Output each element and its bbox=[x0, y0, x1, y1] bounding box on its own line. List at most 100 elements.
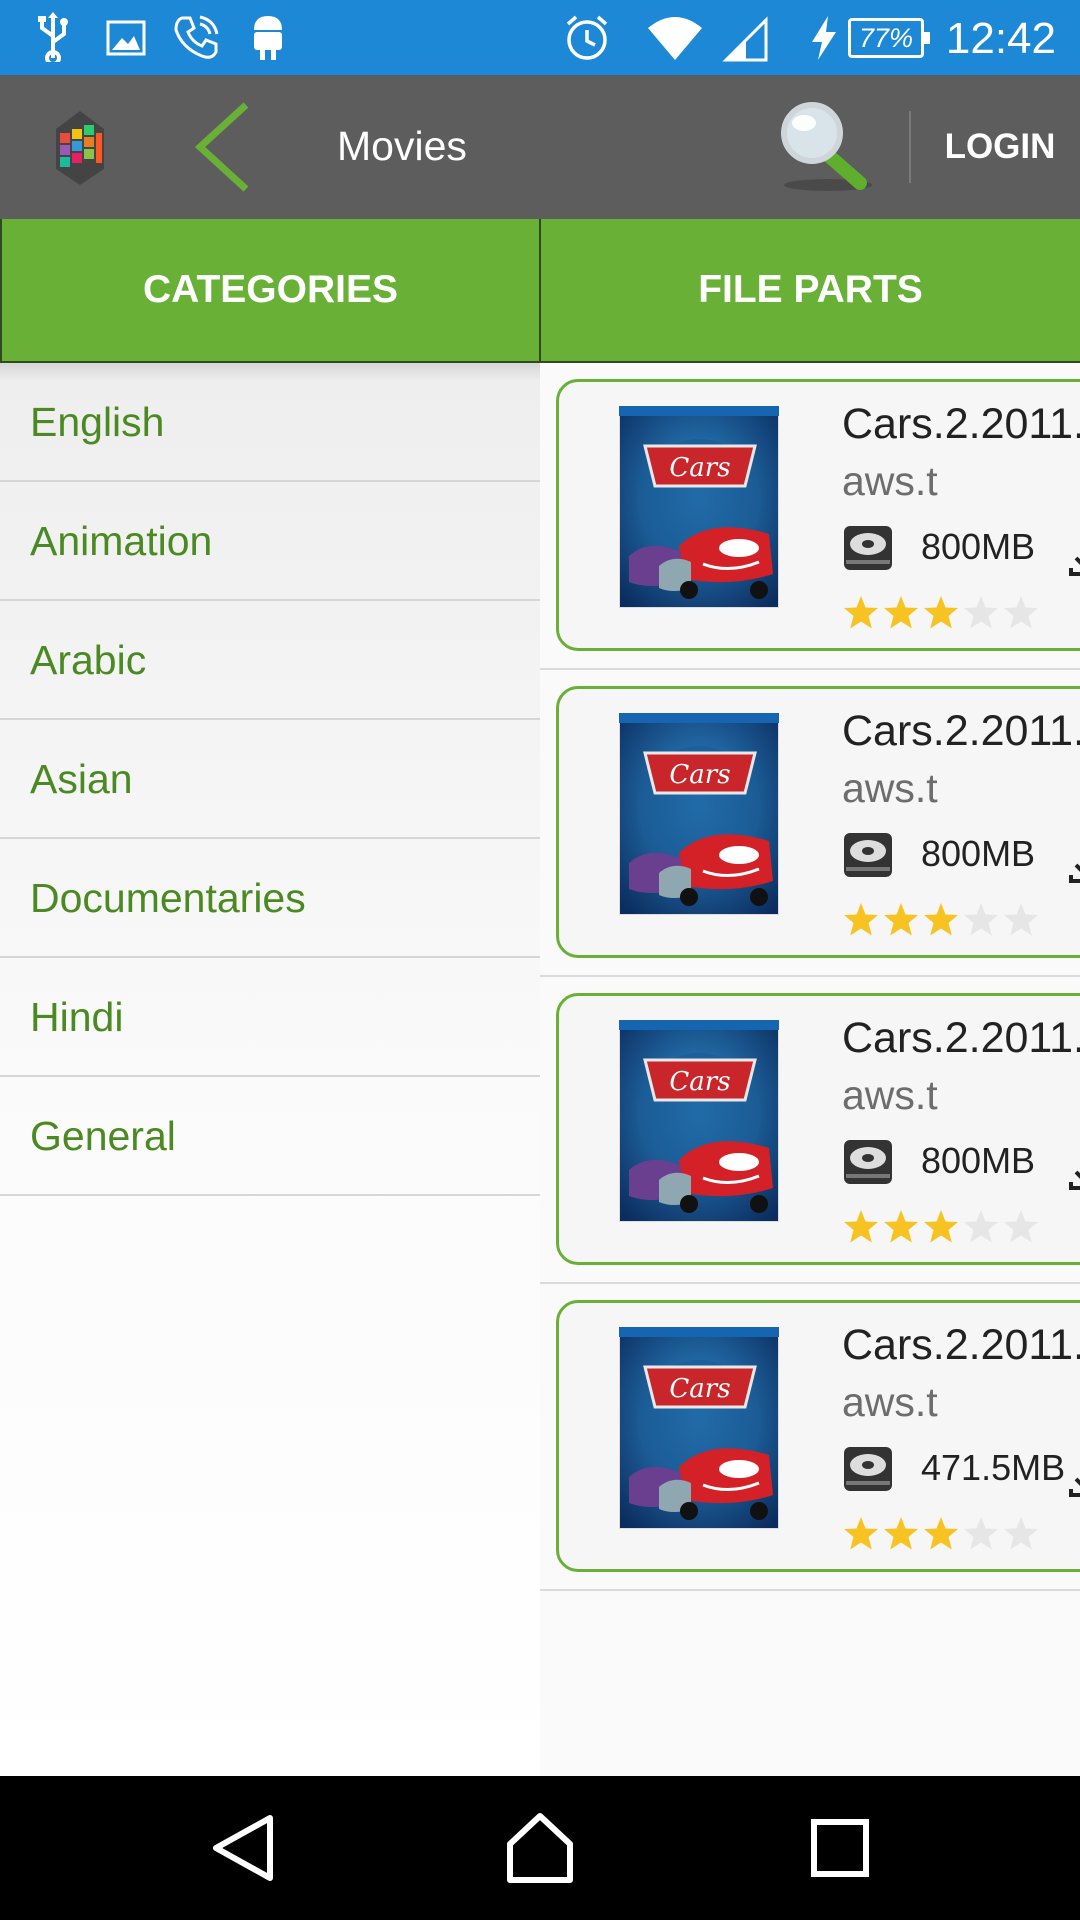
star-filled-icon bbox=[924, 903, 958, 936]
star-filled-icon bbox=[884, 596, 918, 629]
file-host: aws.t bbox=[842, 458, 938, 504]
file-list: Cars Cars.2.2011. aws.t 800MB Cars Cars.… bbox=[540, 363, 1080, 1776]
star-filled-icon bbox=[924, 1517, 958, 1550]
category-item-hindi[interactable]: Hindi bbox=[0, 958, 540, 1077]
image-icon bbox=[106, 20, 146, 56]
battery-indicator: 77% bbox=[848, 18, 930, 58]
file-title: Cars.2.2011. bbox=[842, 400, 1080, 448]
file-host: aws.t bbox=[842, 765, 938, 811]
movie-poster-thumbnail: Cars bbox=[619, 406, 779, 608]
movie-poster-thumbnail: Cars bbox=[619, 1020, 779, 1222]
star-filled-icon bbox=[884, 1517, 918, 1550]
tab-bar: CATEGORIES FILE PARTS bbox=[0, 219, 1080, 363]
status-bar: 77% 12:42 bbox=[0, 0, 1080, 75]
star-rating bbox=[842, 1515, 1040, 1553]
phone-icon bbox=[174, 15, 219, 59]
toolbar-divider bbox=[909, 111, 911, 183]
star-rating bbox=[842, 1208, 1040, 1246]
hard-drive-icon bbox=[844, 526, 892, 570]
star-empty-icon bbox=[964, 1210, 998, 1243]
file-size: 800MB bbox=[921, 833, 1036, 874]
app-logo-icon[interactable] bbox=[52, 107, 108, 187]
category-item-english[interactable]: English bbox=[0, 363, 540, 482]
category-item-asian[interactable]: Asian bbox=[0, 720, 540, 839]
star-rating bbox=[842, 901, 1040, 939]
file-host: aws.t bbox=[842, 1072, 938, 1118]
file-card[interactable]: Cars Cars.2.2011. aws.t 471.5MB bbox=[556, 1300, 1080, 1572]
navigation-bar bbox=[0, 1776, 1080, 1920]
hard-drive-icon bbox=[844, 1447, 892, 1491]
file-row: Cars Cars.2.2011. aws.t 800MB bbox=[540, 363, 1080, 670]
back-chevron-icon[interactable] bbox=[188, 101, 258, 193]
star-empty-icon bbox=[1004, 903, 1038, 936]
file-row: Cars Cars.2.2011. aws.t 800MB bbox=[540, 670, 1080, 977]
category-item-arabic[interactable]: Arabic bbox=[0, 601, 540, 720]
category-item-documentaries[interactable]: Documentaries bbox=[0, 839, 540, 958]
star-empty-icon bbox=[1004, 1210, 1038, 1243]
star-filled-icon bbox=[924, 596, 958, 629]
svg-text:Cars: Cars bbox=[669, 1374, 730, 1404]
movie-poster-thumbnail: Cars bbox=[619, 1327, 779, 1529]
category-label: Animation bbox=[30, 518, 213, 564]
category-label: Asian bbox=[30, 756, 133, 802]
category-label: General bbox=[30, 1113, 176, 1159]
usb-icon bbox=[38, 12, 68, 62]
alarm-icon bbox=[566, 15, 608, 60]
signal-icon bbox=[722, 16, 768, 62]
wifi-icon bbox=[648, 17, 702, 60]
file-host: aws.t bbox=[842, 1379, 938, 1425]
star-filled-icon bbox=[844, 903, 878, 936]
category-label: English bbox=[30, 399, 165, 445]
svg-text:Cars: Cars bbox=[669, 760, 730, 790]
star-empty-icon bbox=[964, 1517, 998, 1550]
clock: 12:42 bbox=[945, 14, 1056, 63]
file-card[interactable]: Cars Cars.2.2011. aws.t 800MB bbox=[556, 686, 1080, 958]
star-empty-icon bbox=[964, 596, 998, 629]
hard-drive-icon bbox=[844, 833, 892, 877]
tab-categories[interactable]: CATEGORIES bbox=[0, 219, 541, 363]
star-filled-icon bbox=[844, 1210, 878, 1243]
movie-poster-thumbnail: Cars bbox=[619, 713, 779, 915]
download-icon[interactable] bbox=[1069, 538, 1080, 576]
file-card[interactable]: Cars Cars.2.2011. aws.t 800MB bbox=[556, 993, 1080, 1265]
star-empty-icon bbox=[1004, 1517, 1038, 1550]
file-size: 800MB bbox=[921, 1140, 1036, 1181]
login-button[interactable]: LOGIN bbox=[930, 127, 1070, 167]
tab-file-parts[interactable]: FILE PARTS bbox=[539, 219, 1080, 363]
android-icon bbox=[254, 16, 282, 60]
star-filled-icon bbox=[884, 903, 918, 936]
search-icon[interactable] bbox=[776, 97, 876, 197]
category-label: Hindi bbox=[30, 994, 124, 1040]
recents-icon[interactable] bbox=[800, 1808, 880, 1888]
category-label: Documentaries bbox=[30, 875, 306, 921]
svg-text:Cars: Cars bbox=[669, 453, 730, 483]
star-filled-icon bbox=[844, 596, 878, 629]
download-icon[interactable] bbox=[1069, 1459, 1080, 1497]
category-item-animation[interactable]: Animation bbox=[0, 482, 540, 601]
home-icon[interactable] bbox=[500, 1808, 580, 1888]
download-icon[interactable] bbox=[1069, 1152, 1080, 1190]
star-rating bbox=[842, 594, 1040, 632]
svg-text:Cars: Cars bbox=[669, 1067, 730, 1097]
file-title: Cars.2.2011. bbox=[842, 1321, 1080, 1369]
toolbar: Movies LOGIN bbox=[0, 75, 1080, 219]
file-size: 800MB bbox=[921, 526, 1036, 567]
star-empty-icon bbox=[964, 903, 998, 936]
download-icon[interactable] bbox=[1069, 845, 1080, 883]
hard-drive-icon bbox=[844, 1140, 892, 1184]
star-filled-icon bbox=[844, 1517, 878, 1550]
back-triangle-icon[interactable] bbox=[204, 1808, 284, 1888]
file-size: 471.5MB bbox=[921, 1447, 1066, 1488]
star-filled-icon bbox=[884, 1210, 918, 1243]
page-title: Movies bbox=[337, 123, 467, 169]
category-label: Arabic bbox=[30, 637, 147, 683]
charging-icon bbox=[812, 16, 836, 60]
star-empty-icon bbox=[1004, 596, 1038, 629]
file-row: Cars Cars.2.2011. aws.t 800MB bbox=[540, 977, 1080, 1284]
file-title: Cars.2.2011. bbox=[842, 1014, 1080, 1062]
category-item-general[interactable]: General bbox=[0, 1077, 540, 1196]
star-filled-icon bbox=[924, 1210, 958, 1243]
file-card[interactable]: Cars Cars.2.2011. aws.t 800MB bbox=[556, 379, 1080, 651]
file-row: Cars Cars.2.2011. aws.t 471.5MB bbox=[540, 1284, 1080, 1591]
category-list: English Animation Arabic Asian Documenta… bbox=[0, 363, 540, 1776]
